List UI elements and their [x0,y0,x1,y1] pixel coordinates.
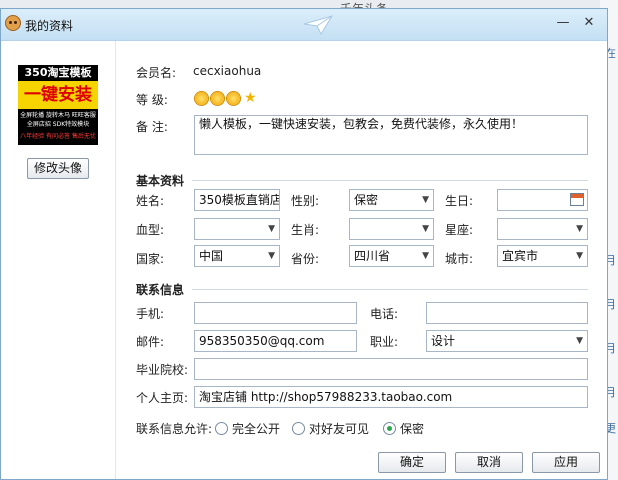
blood-label: 血型: [136,223,165,237]
province-value: 四川省 [354,249,391,263]
avatar-line: 全屏轮播 旋转木马 旺旺客服 [20,112,96,119]
birthday-label: 生日: [445,194,474,208]
province-label: 省份: [291,252,320,266]
cancel-button[interactable]: 取消 [455,452,523,473]
minimize-button[interactable]: — [553,14,573,32]
profile-form: 会员名: cecxiaohua 等 级: ★ 备 注: 懒人模板，一键快速安装，… [116,41,607,479]
avatar-pane: 350淘宝模板 一键安装 全屏轮播 旋转木马 旺旺客服 全屏店招 SDK特效模块… [1,41,116,479]
ok-button[interactable]: 确定 [378,452,446,473]
province-select[interactable]: 四川省 ▼ [349,245,434,267]
city-select[interactable]: 宜宾市 ▼ [497,245,588,267]
job-label: 职业: [370,335,399,349]
homepage-label: 个人主页: [136,391,189,405]
visibility-friends-radio[interactable] [292,422,305,435]
chevron-down-icon: ▼ [422,224,429,234]
country-label: 国家: [136,252,165,266]
zodiac-label: 生肖: [291,223,320,237]
country-select[interactable]: 中国 ▼ [194,245,280,267]
email-label: 邮件: [136,335,165,349]
change-avatar-button[interactable]: 修改头像 [27,158,89,179]
name-input[interactable]: 350模板直销店 [194,189,280,211]
visibility-private-radio[interactable] [383,422,396,435]
gender-value: 保密 [354,193,379,207]
star-icon: ★ [244,90,257,106]
level-label: 等 级: [136,93,168,107]
paper-plane-icon [303,15,333,35]
email-input[interactable]: 958350350@qq.com [194,330,357,352]
window-title: 我的资料 [25,19,74,33]
mobile-input[interactable] [194,302,357,324]
chevron-down-icon: ▼ [268,224,275,234]
gender-label: 性别: [291,194,320,208]
visibility-private-label[interactable]: 保密 [400,420,424,437]
job-select[interactable]: 设计 ▼ [426,330,588,352]
visibility-public-radio[interactable] [215,422,228,435]
birthday-input[interactable] [497,189,588,211]
school-input[interactable] [194,358,588,380]
school-label: 毕业院校: [136,363,189,377]
visibility-label: 联系信息允许: [136,422,213,436]
country-value: 中国 [199,249,224,263]
chevron-down-icon: ▼ [422,195,429,205]
apply-button[interactable]: 应用 [532,452,600,473]
visibility-friends-label[interactable]: 对好友可见 [309,420,369,437]
section-divider [192,180,588,181]
avatar-top-text: 350淘宝模板 [24,66,92,79]
calendar-icon[interactable] [570,193,584,206]
sun-icon [211,92,224,105]
star-select[interactable]: ▼ [497,218,588,240]
member-label: 会员名: [136,66,177,80]
gender-select[interactable]: 保密 ▼ [349,189,434,211]
close-button[interactable]: ✕ [579,14,599,32]
title-bar[interactable]: 我的资料 — ✕ [1,9,607,41]
level-icons: ★ [195,90,265,106]
chevron-down-icon: ▼ [576,224,583,234]
note-field[interactable]: 懒人模板，一键快速安装，包教会，免费代装修，永久使用！ [194,115,588,155]
section-divider [192,289,588,290]
avatar-bottom-text: 八年经验 有问必答 售后无忧 [20,133,96,140]
mobile-label: 手机: [136,307,165,321]
phone-label: 电话: [370,307,399,321]
avatar-line: 全屏店招 SDK特效模块 [26,121,90,128]
visibility-public-label[interactable]: 完全公开 [232,420,280,437]
member-value: cecxiaohua [193,64,262,78]
sun-icon [195,92,208,105]
city-label: 城市: [445,252,474,266]
chevron-down-icon: ▼ [576,336,583,346]
profile-dialog: 我的资料 — ✕ 350淘宝模板 一键安装 全屏轮播 旋转木马 旺旺客服 全屏店… [0,8,608,480]
chevron-down-icon: ▼ [268,251,275,261]
basic-section-title: 基本资料 [136,174,185,188]
chevron-down-icon: ▼ [422,251,429,261]
avatar-main-text: 一键安装 [18,81,98,109]
zodiac-select[interactable]: ▼ [349,218,434,240]
chevron-down-icon: ▼ [576,251,583,261]
homepage-input[interactable]: 淘宝店铺 http://shop57988233.taobao.com [194,386,588,408]
job-value: 设计 [431,334,456,348]
city-value: 宜宾市 [502,249,539,263]
app-icon [5,15,21,31]
sun-icon [227,92,240,105]
name-label: 姓名: [136,194,165,208]
avatar: 350淘宝模板 一键安装 全屏轮播 旋转木马 旺旺客服 全屏店招 SDK特效模块… [18,65,98,145]
star-label: 星座: [445,223,474,237]
note-label: 备 注: [136,120,168,134]
phone-input[interactable] [426,302,588,324]
contact-section-title: 联系信息 [136,283,185,297]
blood-select[interactable]: ▼ [194,218,280,240]
